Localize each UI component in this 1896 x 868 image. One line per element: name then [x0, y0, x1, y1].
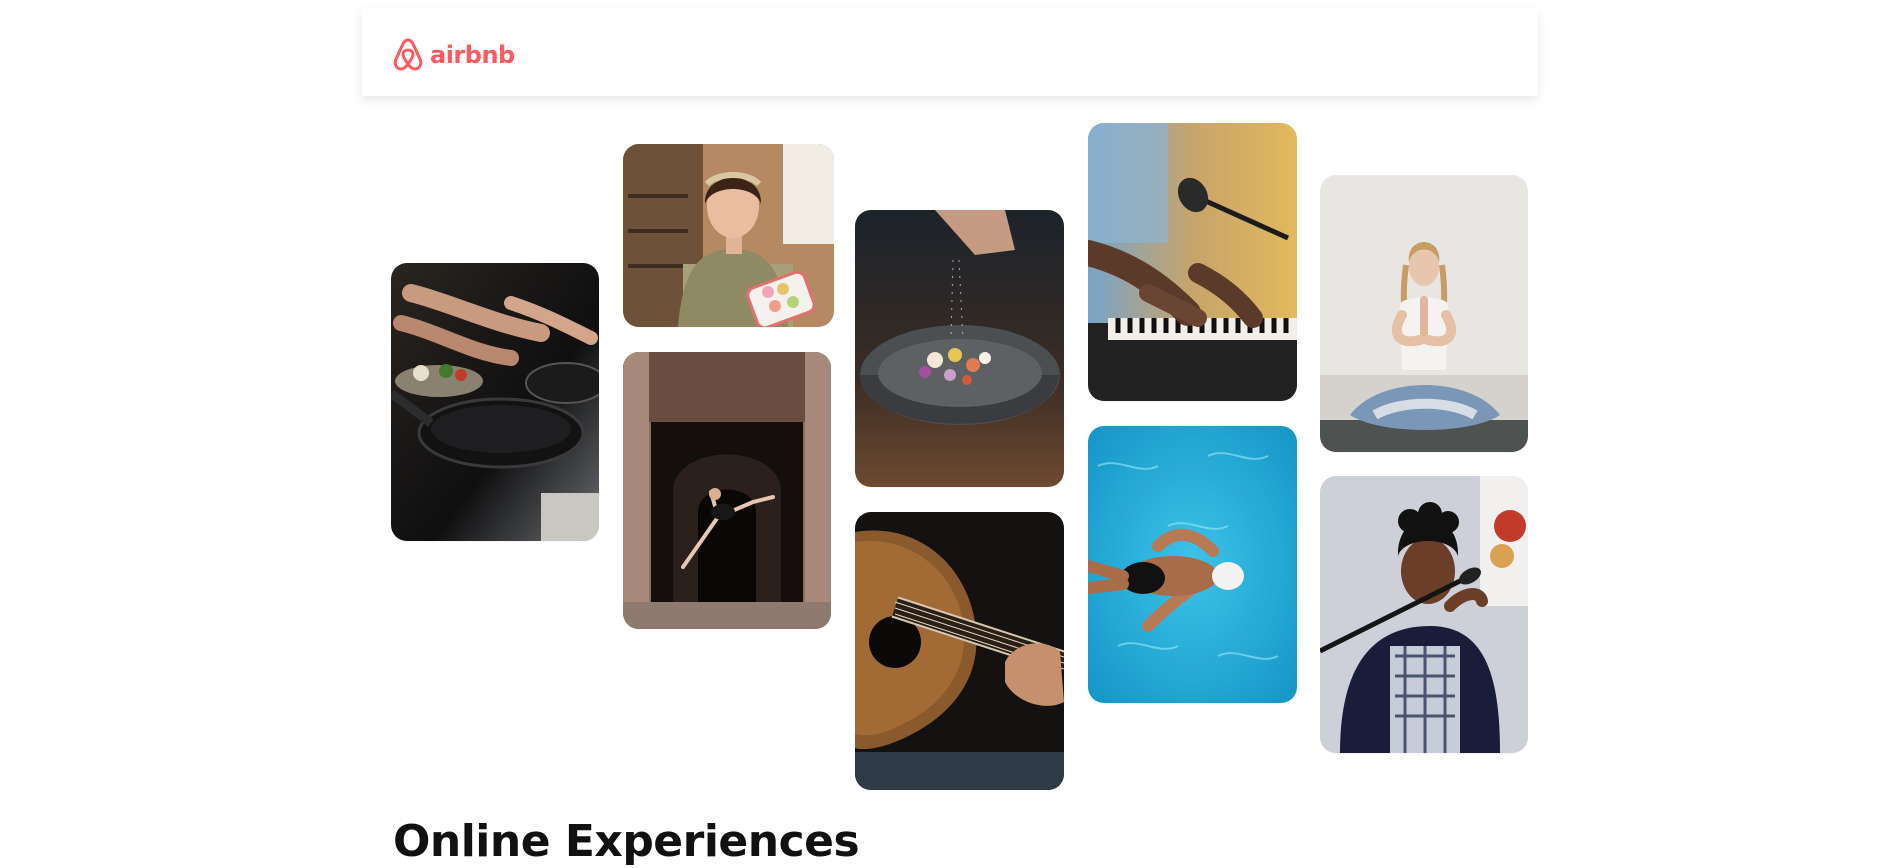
macarons-photo: [623, 144, 834, 327]
swimmer-photo: [1088, 426, 1297, 703]
top-navbar: airbnb: [362, 8, 1538, 96]
salad-bowl-photo: [855, 210, 1064, 487]
airbnb-logo-icon: [392, 37, 424, 73]
singer-photo: [1320, 476, 1528, 753]
brand-name: airbnb: [430, 41, 515, 69]
cooking-photo: [391, 263, 599, 541]
brand-logo[interactable]: airbnb: [392, 37, 515, 73]
guitar-photo: [855, 512, 1064, 790]
yoga-photo: [1320, 175, 1528, 452]
dancer-photo: [623, 352, 831, 629]
page: airbnb Online Experiences: [0, 0, 1896, 868]
section-title: Online Experiences: [393, 816, 860, 867]
piano-photo: [1088, 123, 1297, 401]
